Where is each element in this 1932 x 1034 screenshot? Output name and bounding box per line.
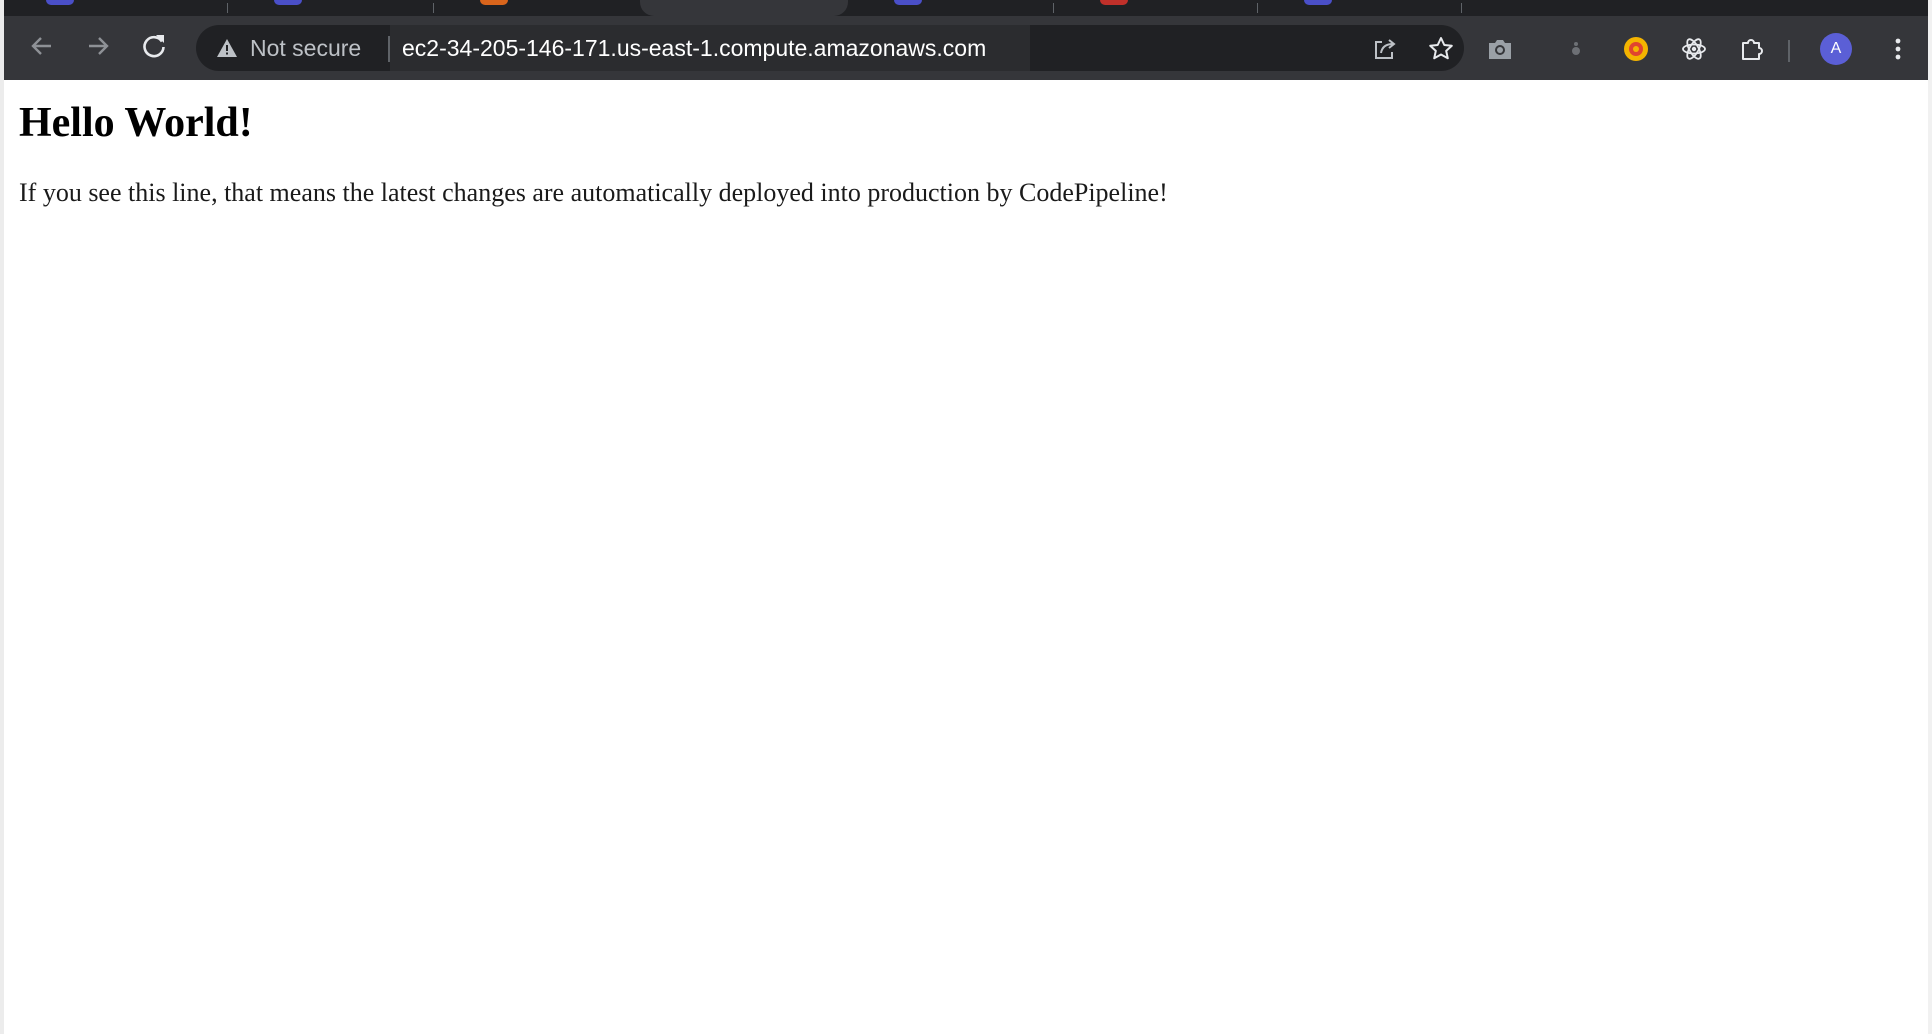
tab-favicon — [46, 0, 74, 5]
tab-strip — [4, 0, 1928, 16]
page-title: Hello World! — [19, 100, 253, 146]
browser-toolbar: Not secure ec2-34-205-146-171.us-east-1.… — [4, 16, 1928, 80]
tab-favicon — [274, 0, 302, 5]
browser-chrome: Not secure ec2-34-205-146-171.us-east-1.… — [4, 0, 1928, 80]
forward-button[interactable] — [78, 26, 118, 66]
page-paragraph: If you see this line, that means the lat… — [19, 178, 1168, 208]
tab-favicon — [480, 0, 508, 5]
react-atom-icon[interactable] — [1680, 35, 1708, 63]
browser-tab[interactable] — [228, 0, 434, 16]
extension-dot-icon[interactable] — [1562, 35, 1590, 63]
browser-tab[interactable] — [848, 0, 1054, 16]
arrow-right-icon — [85, 33, 111, 59]
url-text[interactable]: ec2-34-205-146-171.us-east-1.compute.ama… — [402, 36, 986, 60]
star-icon[interactable] — [1428, 36, 1454, 62]
reload-icon — [140, 32, 168, 60]
share-icon[interactable] — [1372, 36, 1398, 62]
puzzle-icon[interactable] — [1738, 35, 1766, 63]
camera-icon[interactable] — [1486, 35, 1514, 63]
tab-favicon — [894, 0, 922, 5]
toolbar-divider — [1788, 40, 1790, 62]
window-edge-left — [0, 0, 4, 1034]
window-edge-right — [1928, 0, 1932, 1034]
tab-favicon — [1100, 0, 1128, 5]
tab-separator — [1461, 3, 1462, 13]
arrow-left-icon — [29, 33, 55, 59]
colorful-extension-icon[interactable] — [1622, 35, 1650, 63]
browser-tab[interactable] — [1258, 0, 1462, 16]
browser-tab[interactable] — [1054, 0, 1258, 16]
tab-favicon — [1304, 0, 1332, 5]
page-content: Hello World! If you see this line, that … — [19, 80, 1912, 210]
browser-tab-active[interactable] — [640, 0, 848, 16]
address-bar[interactable]: Not secure ec2-34-205-146-171.us-east-1.… — [196, 25, 1464, 71]
back-button[interactable] — [22, 26, 62, 66]
browser-tab[interactable] — [434, 0, 640, 16]
warning-triangle-icon[interactable] — [216, 38, 238, 58]
reload-button[interactable] — [134, 26, 174, 66]
browser-tab[interactable] — [26, 0, 228, 16]
security-status-label[interactable]: Not secure — [250, 37, 361, 60]
kebab-menu-icon[interactable] — [1884, 35, 1912, 63]
avatar[interactable]: A — [1820, 33, 1852, 65]
